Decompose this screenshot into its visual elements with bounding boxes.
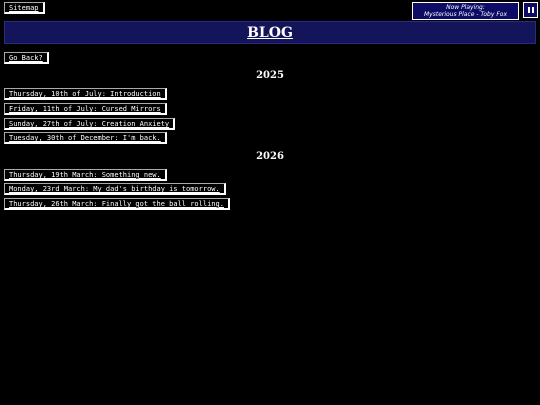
go-back-button[interactable]: Go Back? [4,52,49,64]
year-heading: 2026 [256,151,284,162]
blog-post-link[interactable]: Thursday, 26th March: Finally got the ba… [4,198,230,210]
year-heading: 2025 [256,70,284,81]
pause-button[interactable] [523,2,538,18]
now-playing-label: Now Playing: [446,4,485,11]
sitemap-button[interactable]: Sitemap [4,2,45,14]
blog-post-link[interactable]: Thursday, 19th March: Something new. [4,169,167,181]
page-title[interactable]: BLOG [247,25,293,41]
blog-post-link[interactable]: Friday, 11th of July: Cursed Mirrors [4,103,167,115]
blog-post-link[interactable]: Sunday, 27th of July: Creation Anxiety [4,118,176,130]
header-bar: BLOG [4,21,536,44]
blog-post-link[interactable]: Monday, 23rd March: My dad's birthday is… [4,183,226,195]
blog-post-link[interactable]: Thursday, 10th of July: Introduction [4,88,167,100]
now-playing-track: Mysterious Place - Toby Fox [423,11,507,18]
blog-post-link[interactable]: Tuesday, 30th of December: I'm back. [4,132,167,144]
now-playing-box: Now Playing: Mysterious Place - Toby Fox [412,2,519,20]
